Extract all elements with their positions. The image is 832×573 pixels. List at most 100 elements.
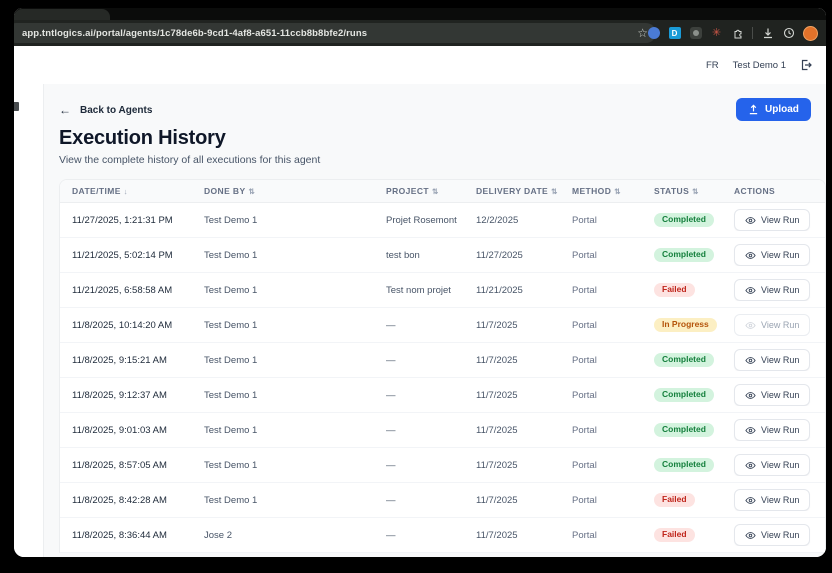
cell-method: Portal <box>572 354 597 366</box>
status-badge: In Progress <box>654 317 717 333</box>
column-header[interactable]: DONE BY ⇅ <box>192 186 374 196</box>
table-row: 11/21/2025, 6:58:58 AM Test Demo 1 Test … <box>60 273 825 308</box>
cell-project: — <box>386 319 396 331</box>
cell-status: Failed <box>642 282 722 298</box>
eye-icon <box>745 356 756 364</box>
status-badge: Failed <box>654 282 695 298</box>
table-row: 11/21/2025, 5:02:14 PM Test Demo 1 test … <box>60 238 825 273</box>
column-header[interactable]: STATUS ⇅ <box>642 186 722 196</box>
cell-done-by: Test Demo 1 <box>204 354 258 366</box>
sidebar <box>14 84 44 557</box>
cell-method: Portal <box>572 494 597 506</box>
puzzle-icon[interactable] <box>731 27 744 40</box>
cell-method: Portal <box>572 249 597 261</box>
extension-blue-icon[interactable] <box>647 27 660 39</box>
view-run-button[interactable]: View Run <box>734 279 811 301</box>
user-name: Test Demo 1 <box>732 59 786 71</box>
cell-method: Portal <box>572 389 597 401</box>
browser-tab[interactable] <box>14 9 110 20</box>
browser-toolbar: app.tntlogics.ai/portal/agents/1c78de6b-… <box>14 20 826 46</box>
extension-red-icon[interactable]: ✳ <box>710 27 723 40</box>
cell-method: Portal <box>572 214 597 226</box>
cell-project: test bon <box>386 249 420 261</box>
cell-delivery-date: 11/7/2025 <box>476 424 518 436</box>
column-header[interactable]: PROJECT ⇅ <box>374 186 464 196</box>
toolbar-divider <box>752 27 753 39</box>
cell-status: Completed <box>642 422 722 438</box>
status-badge: Completed <box>654 422 714 438</box>
sort-icon: ⇅ <box>551 186 558 196</box>
column-header: ACTIONS <box>734 186 776 196</box>
profile-avatar[interactable] <box>803 25 818 41</box>
cell-delivery-date: 11/7/2025 <box>476 529 518 541</box>
table-row: 11/8/2025, 9:12:37 AM Test Demo 1 — 11/7… <box>60 378 825 413</box>
table-row: 11/8/2025, 8:42:28 AM Test Demo 1 — 11/7… <box>60 483 825 518</box>
extension-camera-icon[interactable] <box>689 27 702 39</box>
view-run-button[interactable]: View Run <box>734 209 811 231</box>
download-icon[interactable] <box>761 27 774 40</box>
language-toggle[interactable]: FR <box>706 60 719 71</box>
status-badge: Failed <box>654 527 695 543</box>
cell-datetime: 11/27/2025, 1:21:31 PM <box>72 214 173 226</box>
cell-delivery-date: 11/7/2025 <box>476 319 518 331</box>
cell-project: — <box>386 529 396 541</box>
view-run-button[interactable]: View Run <box>734 524 811 546</box>
cell-actions: View Run <box>722 349 825 371</box>
table-body: 11/27/2025, 1:21:31 PM Test Demo 1 Proje… <box>60 203 825 553</box>
cell-status: Failed <box>642 492 722 508</box>
cell-actions: View Run <box>722 209 825 231</box>
page-title: Execution History <box>59 127 226 149</box>
cell-status: Completed <box>642 247 722 263</box>
cell-project: Projet Rosemont <box>386 214 457 226</box>
view-run-button[interactable]: View Run <box>734 244 811 266</box>
view-run-button[interactable]: View Run <box>734 384 811 406</box>
cell-datetime: 11/8/2025, 8:57:05 AM <box>72 459 167 471</box>
sort-icon: ⇅ <box>431 186 439 196</box>
cell-project: — <box>386 494 396 506</box>
cell-status: Completed <box>642 212 722 228</box>
column-header[interactable]: DELIVERY DATE ⇅ <box>464 186 560 196</box>
view-run-button[interactable]: View Run <box>734 419 811 441</box>
eye-icon <box>745 216 756 224</box>
eye-icon <box>745 426 756 434</box>
cell-status: Failed <box>642 527 722 543</box>
column-header[interactable]: DATE/TIME ↓ <box>60 186 192 196</box>
cell-method: Portal <box>572 284 597 296</box>
table-header-row: DATE/TIME ↓ DONE BY ⇅ PROJECT ⇅ DELIVERY DATE ⇅… <box>60 180 825 203</box>
url-text[interactable]: app.tntlogics.ai/portal/agents/1c78de6b-… <box>22 28 631 39</box>
history-icon[interactable] <box>782 27 795 40</box>
table-row: 11/8/2025, 10:14:20 AM Test Demo 1 — 11/… <box>60 308 825 343</box>
logout-icon[interactable] <box>800 59 812 71</box>
sort-icon: ↓ <box>123 186 128 196</box>
table-row: 11/8/2025, 9:01:03 AM Test Demo 1 — 11/7… <box>60 413 825 448</box>
upload-button[interactable]: Upload <box>736 98 811 121</box>
cell-project: — <box>386 389 396 401</box>
cell-done-by: Test Demo 1 <box>204 214 258 226</box>
cell-method: Portal <box>572 529 597 541</box>
cell-actions: View Run <box>722 244 825 266</box>
cell-delivery-date: 12/2/2025 <box>476 214 519 226</box>
cell-status: Completed <box>642 457 722 473</box>
cell-done-by: Test Demo 1 <box>204 284 258 296</box>
url-bar[interactable]: app.tntlogics.ai/portal/agents/1c78de6b-… <box>14 23 656 43</box>
view-run-button[interactable]: View Run <box>734 314 811 336</box>
column-header[interactable]: METHOD ⇅ <box>560 186 642 196</box>
cell-project: — <box>386 354 396 366</box>
view-run-button[interactable]: View Run <box>734 349 811 371</box>
eye-icon <box>745 461 756 469</box>
cell-project: — <box>386 459 396 471</box>
app-header: FR Test Demo 1 <box>14 46 826 84</box>
sidebar-item-fragment[interactable] <box>14 102 19 111</box>
cell-done-by: Test Demo 1 <box>204 249 258 261</box>
tab-strip <box>14 8 826 20</box>
view-run-button[interactable]: View Run <box>734 454 811 476</box>
back-to-agents-link[interactable]: ← Back to Agents <box>59 104 826 116</box>
status-badge: Completed <box>654 247 714 263</box>
cell-actions: View Run <box>722 419 825 441</box>
cell-status: Completed <box>642 352 722 368</box>
view-run-button[interactable]: View Run <box>734 489 811 511</box>
cell-project: — <box>386 424 396 436</box>
cell-status: Completed <box>642 387 722 403</box>
extension-d-icon[interactable]: D <box>668 27 681 39</box>
cell-delivery-date: 11/7/2025 <box>476 389 518 401</box>
